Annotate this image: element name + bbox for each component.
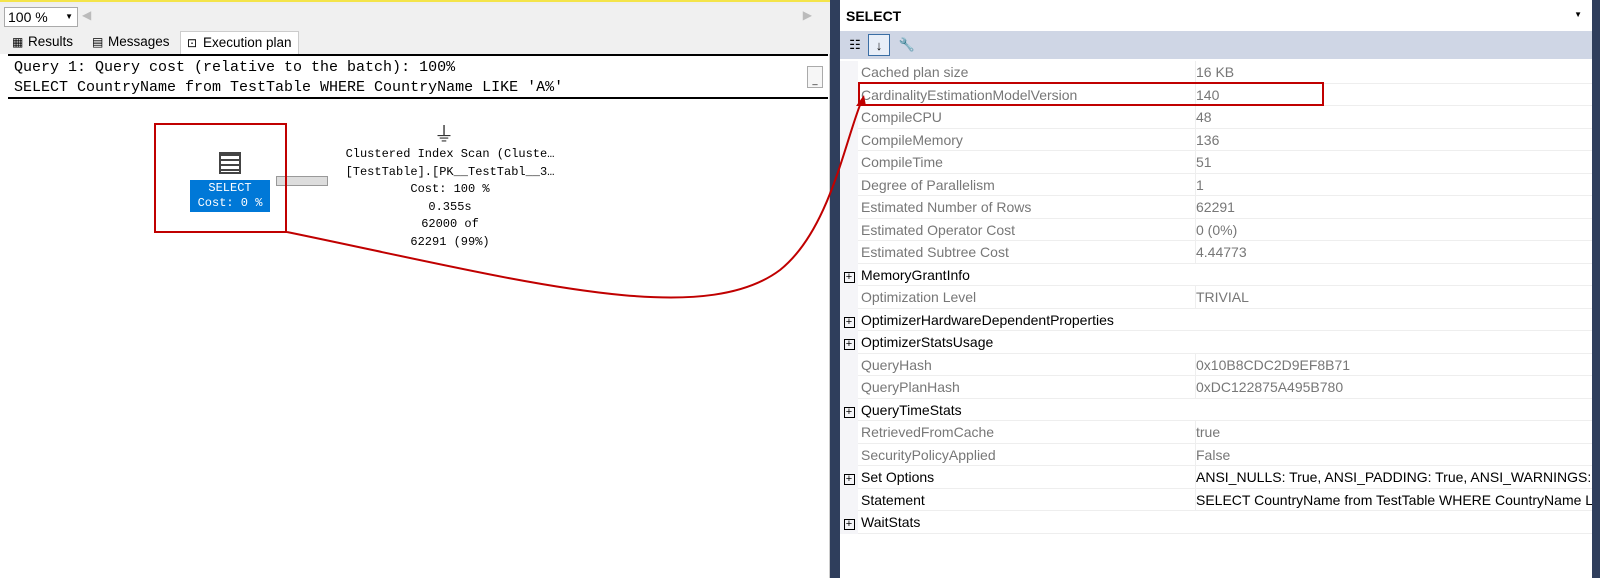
arrowhead-icon [856, 95, 866, 106]
annotation-arrow [286, 95, 866, 299]
annotation-curve [286, 99, 863, 299]
